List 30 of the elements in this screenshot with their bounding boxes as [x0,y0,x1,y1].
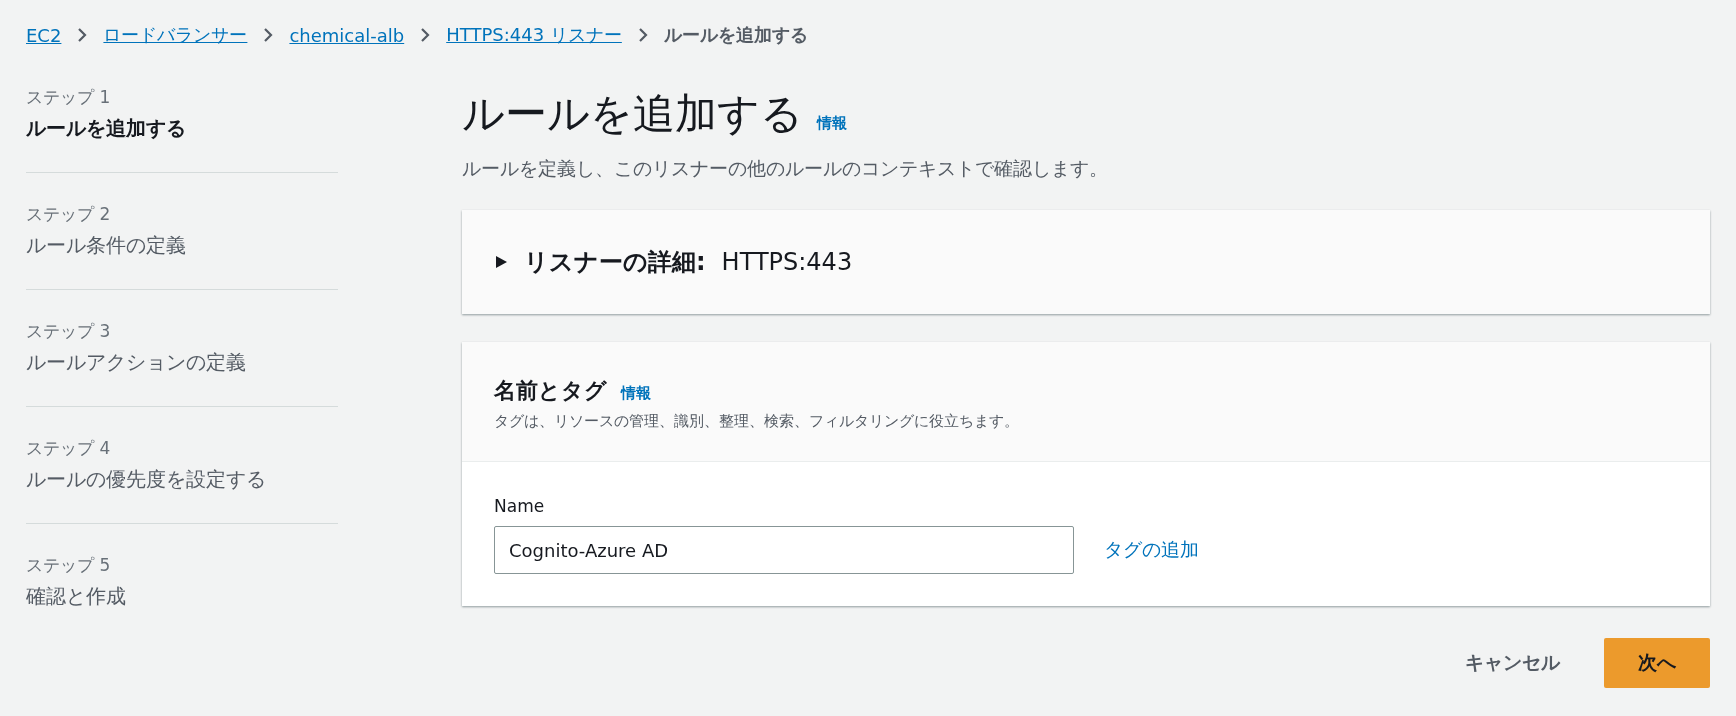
info-link[interactable]: 情報 [817,114,847,133]
breadcrumb-link[interactable]: chemical-alb [289,24,405,46]
breadcrumb-link[interactable]: EC2 [26,24,62,46]
step-number: ステップ 5 [26,554,112,577]
breadcrumb-link[interactable]: HTTPS:443 リスナー [446,23,622,47]
breadcrumb-current: ルールを追加する [663,23,808,47]
listener-value: HTTPS:443 [721,248,853,276]
panel-description: タグは、リソースの管理、識別、整理、検索、フィルタリングに役立ちます。 [494,412,1020,431]
step-number: ステップ 4 [26,437,112,460]
step-title[interactable]: ルール条件の定義 [26,232,338,259]
panel-title: 名前とタグ [494,377,607,405]
next-button[interactable]: 次へ [1604,638,1710,688]
page-description: ルールを定義し、このリスナーの他のルールのコンテキストで確認します。 [462,156,1109,181]
step-title[interactable]: ルールの優先度を設定する [26,466,338,493]
cancel-button[interactable]: キャンセル [1445,638,1580,688]
listener-label: リスナーの詳細: [524,247,706,278]
step-title[interactable]: ルールアクションの定義 [26,349,338,376]
step-number: ステップ 1 [26,86,112,109]
page-title: ルールを追加する [462,88,803,140]
step-number: ステップ 2 [26,203,112,226]
caret-icon [494,255,508,269]
step-number: ステップ 3 [26,320,112,343]
add-tag-link[interactable]: タグの追加 [1104,537,1199,563]
name-input-field[interactable]: Cognito-Azure AD [494,526,1074,574]
step-title[interactable]: 確認と作成 [26,583,338,610]
step-title[interactable]: ルールを追加する [26,115,338,142]
info-link[interactable]: 情報 [621,384,651,403]
listener-expander[interactable]: リスナーの詳細: HTTPS:443 [462,210,1710,314]
breadcrumb-link[interactable]: ロードバランサー [103,23,248,47]
field-label: Name [494,496,546,516]
